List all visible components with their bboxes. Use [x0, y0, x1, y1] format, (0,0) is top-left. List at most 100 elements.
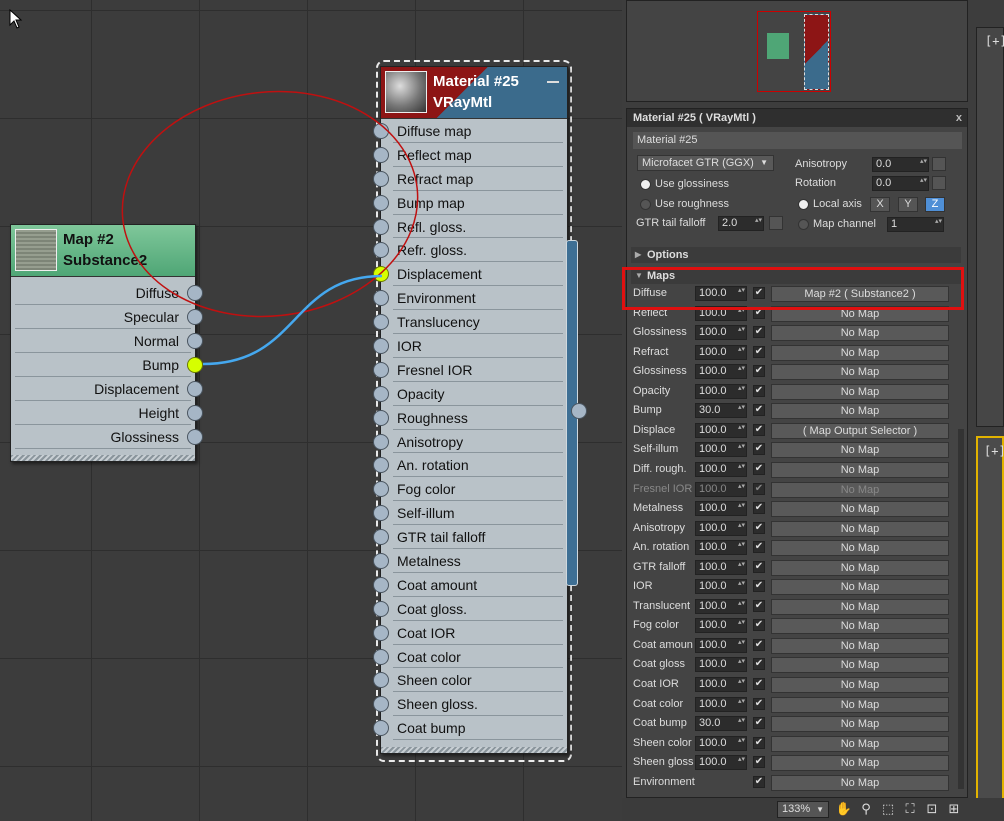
map-amount-spinner[interactable]: 100.0 [695, 559, 747, 575]
map-enabled-checkbox[interactable]: ✔ [753, 521, 765, 534]
map-slot-button[interactable]: No Map [771, 461, 949, 478]
input-socket[interactable] [373, 672, 389, 689]
input-socket[interactable] [373, 457, 389, 474]
map-slot-button[interactable]: No Map [771, 716, 949, 733]
axis-y-button[interactable]: Y [898, 197, 918, 212]
map-amount-spinner[interactable]: 100.0 [695, 442, 747, 458]
output-socket[interactable] [187, 429, 203, 445]
map-slot-button[interactable]: No Map [771, 579, 949, 596]
map-amount-spinner[interactable]: 100.0 [695, 657, 747, 673]
map-slot-button[interactable]: No Map [771, 657, 949, 674]
zoom-extents-icon[interactable]: ⛶ [901, 801, 919, 819]
pan-to-selected-icon[interactable]: ⊞ [945, 801, 963, 819]
gtr-tail-falloff-spinner[interactable]: 2.0 [718, 216, 764, 231]
map-slot-button[interactable]: No Map [771, 520, 949, 537]
input-socket[interactable] [373, 218, 389, 235]
map-enabled-checkbox[interactable]: ✔ [753, 502, 765, 515]
input-socket[interactable] [373, 529, 389, 546]
collapse-icon[interactable] [547, 81, 559, 83]
map-amount-spinner[interactable]: 100.0 [695, 501, 747, 517]
map-enabled-checkbox[interactable]: ✔ [753, 365, 765, 378]
use-roughness-radio[interactable] [640, 199, 651, 210]
input-socket[interactable] [373, 385, 389, 402]
map-amount-spinner[interactable]: 100.0 [695, 677, 747, 692]
map-amount-spinner[interactable]: 100.0 [695, 422, 747, 438]
map-enabled-checkbox[interactable]: ✔ [753, 775, 765, 788]
input-socket[interactable] [373, 505, 389, 522]
node-editor-canvas[interactable]: Map #2 Substance2 Diffuse Specular Normal B… [0, 0, 622, 821]
map-slot-button[interactable]: No Map [771, 637, 949, 654]
map-channel-spinner[interactable]: 1 [887, 217, 944, 232]
map-enabled-checkbox[interactable]: ✔ [753, 345, 765, 358]
map-enabled-checkbox[interactable]: ✔ [753, 560, 765, 573]
map-slot-button[interactable]: No Map [771, 735, 949, 752]
output-socket[interactable] [187, 405, 203, 421]
map-slot-button[interactable]: No Map [771, 403, 949, 420]
map-enabled-checkbox[interactable]: ✔ [753, 638, 765, 651]
map-enabled-checkbox[interactable]: ✔ [753, 658, 765, 671]
map-enabled-checkbox[interactable]: ✔ [753, 384, 765, 397]
viewport-top[interactable]: [+] [976, 27, 1004, 427]
output-socket[interactable] [187, 309, 203, 325]
map-enabled-checkbox[interactable]: ✔ [753, 541, 765, 554]
input-socket[interactable] [373, 170, 389, 187]
input-socket[interactable] [373, 624, 389, 641]
input-socket[interactable] [373, 123, 389, 139]
map-slot-button[interactable]: No Map [771, 481, 949, 498]
map-slot-button[interactable]: No Map [771, 696, 949, 713]
anisotropy-spinner[interactable]: 0.0 [872, 157, 929, 172]
zoom-selected-icon[interactable]: ⊡ [923, 801, 941, 819]
input-socket[interactable] [373, 696, 389, 713]
rotation-map-button[interactable] [932, 176, 946, 190]
output-socket[interactable] [187, 381, 203, 397]
map-amount-spinner[interactable]: 100.0 [695, 481, 747, 497]
anisotropy-map-button[interactable] [932, 157, 946, 171]
material-node-header[interactable]: Material #25 VRayMtl [381, 67, 567, 119]
map-slot-button[interactable]: No Map [771, 383, 949, 400]
map-slot-button[interactable]: No Map [771, 618, 949, 635]
input-socket[interactable] [373, 242, 389, 259]
material-node-resize-handle[interactable] [381, 747, 567, 753]
map-slot-button[interactable]: No Map [771, 442, 949, 459]
brdf-dropdown[interactable]: Microfacet GTR (GGX) ▼ [637, 155, 774, 171]
map-amount-spinner[interactable]: 100.0 [695, 579, 747, 595]
material-name-field[interactable]: Material #25 [633, 132, 962, 149]
map-enabled-checkbox[interactable]: ✔ [753, 462, 765, 475]
input-socket[interactable] [373, 146, 389, 163]
gtr-map-button[interactable] [769, 216, 783, 230]
zoom-region-icon[interactable]: ⬚ [879, 801, 897, 819]
map-amount-spinner[interactable]: 100.0 [695, 520, 747, 536]
map-enabled-checkbox[interactable]: ✔ [753, 482, 765, 495]
map-amount-spinner[interactable]: 100.0 [695, 461, 747, 477]
map-enabled-checkbox[interactable]: ✔ [753, 404, 765, 417]
map-slot-button[interactable]: No Map [771, 755, 949, 772]
map-enabled-checkbox[interactable]: ✔ [753, 756, 765, 769]
map-enabled-checkbox[interactable]: ✔ [753, 678, 765, 690]
map-amount-spinner[interactable]: 100.0 [695, 755, 747, 771]
input-socket[interactable] [373, 266, 389, 283]
hand-icon[interactable]: ✋ [835, 801, 853, 819]
input-socket[interactable] [373, 338, 389, 355]
map-amount-spinner[interactable]: 30.0 [695, 403, 747, 419]
map-amount-spinner[interactable]: 100.0 [695, 364, 747, 380]
map-amount-spinner[interactable]: 100.0 [695, 383, 747, 399]
zoom-icon[interactable]: ⚲ [857, 801, 875, 819]
input-socket[interactable] [373, 290, 389, 307]
viewport-label[interactable]: [+] [984, 444, 1004, 458]
input-socket[interactable] [373, 481, 389, 498]
map-amount-spinner[interactable]: 100.0 [695, 696, 747, 712]
local-axis-radio[interactable] [798, 199, 809, 210]
map-slot-button[interactable]: No Map [771, 364, 949, 381]
map-slot-button[interactable]: ( Map Output Selector ) [771, 422, 949, 439]
map-channel-radio[interactable] [798, 219, 809, 230]
viewport-label[interactable]: [+] [985, 34, 1004, 48]
map-slot-button[interactable]: No Map [771, 598, 949, 615]
rotation-spinner[interactable]: 0.0 [872, 176, 929, 191]
use-glossiness-radio[interactable] [640, 179, 651, 190]
axis-z-button[interactable]: Z [925, 197, 945, 212]
input-socket[interactable] [373, 409, 389, 426]
viewport-active[interactable]: [+] [976, 436, 1004, 821]
map-slot-button[interactable]: No Map [771, 774, 949, 791]
map-enabled-checkbox[interactable]: ✔ [753, 326, 765, 339]
output-socket[interactable] [187, 357, 203, 373]
